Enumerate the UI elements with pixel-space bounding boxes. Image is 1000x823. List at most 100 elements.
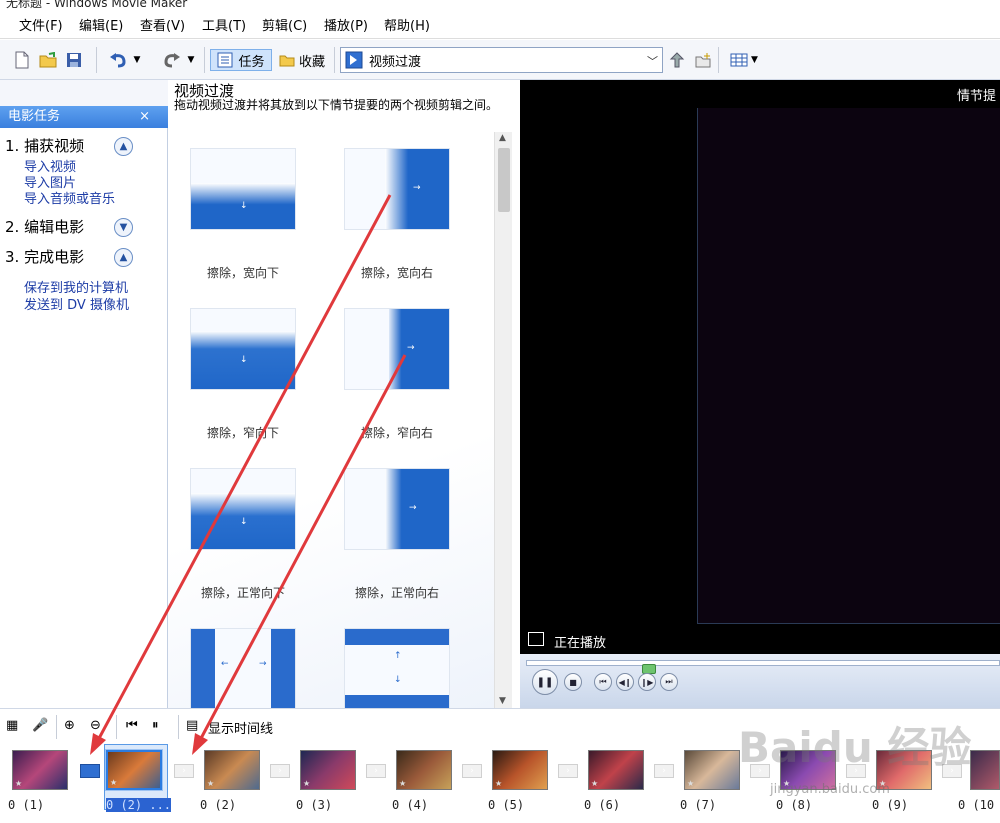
clip-label: 0 (5) [488,798,525,812]
scrollbar-thumb[interactable] [498,148,510,212]
storyboard-icon[interactable]: ▦ [6,718,18,733]
section-capture-video[interactable]: 1. 捕获视频 [5,135,84,156]
transition-slot[interactable] [80,764,100,778]
transition-thumbnail: ↓ [190,308,296,390]
play-icon[interactable]: ⏸ [152,718,159,733]
video-clip[interactable] [970,750,1000,790]
link-send-to-dv[interactable]: 发送到 DV 摄像机 [24,294,129,313]
collection-dropdown[interactable]: 视频过渡 ﹀ [340,47,663,73]
toolbar-separator [56,715,57,739]
undo-button[interactable]: ▼ [104,49,144,71]
views-button[interactable]: ▼ [726,49,762,71]
new-project-button[interactable] [12,49,32,71]
transition-slot[interactable]: › [558,764,578,778]
frame-forward-button[interactable]: ❙▶ [638,673,656,691]
frame-back-icon: ◀❙ [618,677,632,687]
timeline-icon[interactable]: ▤ [186,718,198,733]
video-clip[interactable]: ★ [684,750,740,790]
new-folder-button[interactable] [694,49,712,71]
stop-icon: ■ [569,677,577,687]
transition-tile[interactable]: ↓ 擦除，窄向下 [190,308,296,440]
scroll-up-icon[interactable]: ▲ [499,133,506,143]
video-clip[interactable]: ★ [492,750,548,790]
menu-tools[interactable]: 工具(T) [202,15,246,34]
arrow-right-icon: → [407,343,415,353]
menu-file[interactable]: 文件(F) [19,15,63,34]
tasks-button[interactable]: 任务 [210,49,272,71]
toolbar-separator [178,715,179,739]
clip-label: 0 (9) [872,798,909,812]
star-icon: ★ [399,779,407,788]
collapse-chevron-icon[interactable]: ▲ [114,248,133,267]
up-level-button[interactable] [668,49,686,71]
show-timeline-button[interactable]: 显示时间线 [208,718,273,737]
video-clip[interactable]: ★ [12,750,68,790]
collections-button[interactable]: 收藏 [274,49,330,71]
transition-slot[interactable]: › [654,764,674,778]
open-project-button[interactable] [38,49,58,71]
pause-button[interactable]: ❚❚ [532,669,558,695]
transitions-scrollbar[interactable]: ▲ ▼ [494,132,512,708]
redo-button[interactable]: ▼ [158,49,198,71]
transition-thumbnail: ↓ [190,148,296,230]
microphone-icon[interactable]: 🎤 [32,718,48,733]
collapse-chevron-icon[interactable]: ▲ [114,137,133,156]
transition-tile[interactable]: ↑ ↓ [344,628,450,708]
section-edit-movie[interactable]: 2. 编辑电影 [5,216,84,237]
arrow-right-icon: → [413,183,421,193]
folder-icon [279,55,295,67]
next-button[interactable]: ⏭ [660,673,678,691]
transition-tile[interactable]: ↓ 擦除，正常向下 [190,468,296,600]
transition-thumbnail: ↓ [190,468,296,550]
video-clip[interactable]: ★ [204,750,260,790]
scroll-down-icon[interactable]: ▼ [499,696,506,706]
monitor-icon [528,632,544,646]
frame-back-button[interactable]: ◀❙ [616,673,634,691]
video-clip[interactable]: ★ [396,750,452,790]
save-disk-icon [67,53,81,67]
close-icon[interactable]: × [139,106,150,128]
section-finish-movie[interactable]: 3. 完成电影 [5,246,84,267]
transition-thumbnail: → [344,148,450,230]
transition-tile[interactable]: → 擦除，正常向右 [344,468,450,600]
menu-help[interactable]: 帮助(H) [384,15,430,34]
zoom-in-icon[interactable]: ⊕ [64,718,75,733]
menu-play[interactable]: 播放(P) [324,15,368,34]
redo-icon [164,53,180,68]
menu-view[interactable]: 查看(V) [140,15,185,34]
star-icon: ★ [687,779,695,788]
video-clip[interactable]: ★ [105,749,163,791]
previous-button[interactable]: ⏮ [594,673,612,691]
transition-slot[interactable]: › [174,764,194,778]
undo-icon [109,53,126,68]
save-project-button[interactable] [64,49,84,71]
expand-chevron-icon[interactable]: ▼ [114,218,133,237]
menu-bar: 文件(F) 编辑(E) 查看(V) 工具(T) 剪辑(C) 播放(P) 帮助(H… [0,9,1000,39]
transitions-grid: ↓ 擦除，宽向下 → 擦除，宽向右 ↓ 擦除，窄向下 → 擦除，窄向右 ↓ 擦除… [168,132,494,708]
arrow-down-icon: ↓ [240,201,248,211]
transition-tile[interactable]: ← → [190,628,296,708]
transition-slot[interactable]: › [366,764,386,778]
clip-label: 0 (10 [958,798,995,812]
playback-status-bar: 正在播放 [520,628,1000,654]
menu-clip[interactable]: 剪辑(C) [262,15,307,34]
zoom-out-icon[interactable]: ⊖ [90,718,101,733]
stop-button[interactable]: ■ [564,673,582,691]
clip-label: 0 (8) [776,798,813,812]
transition-tile[interactable]: → 擦除，窄向右 [344,308,450,440]
video-clip[interactable]: ★ [300,750,356,790]
baidu-watermark: Baidu 经验 [738,723,972,772]
menu-edit[interactable]: 编辑(E) [79,15,123,34]
clip-label: 0 (2) ... [106,798,172,812]
video-clip[interactable]: ★ [588,750,644,790]
arrow-right-icon: → [259,659,267,669]
clip-label: 0 (4) [392,798,429,812]
rewind-icon[interactable]: ⏮ [126,718,138,733]
transition-slot[interactable]: › [270,764,290,778]
transition-tile[interactable]: ↓ 擦除，宽向下 [190,148,296,280]
favorites-label: 收藏 [298,54,325,70]
seek-bar[interactable] [526,660,1000,674]
transition-slot[interactable]: › [462,764,482,778]
transition-tile[interactable]: → 擦除，宽向右 [344,148,450,280]
link-import-audio[interactable]: 导入音频或音乐 [24,188,115,207]
